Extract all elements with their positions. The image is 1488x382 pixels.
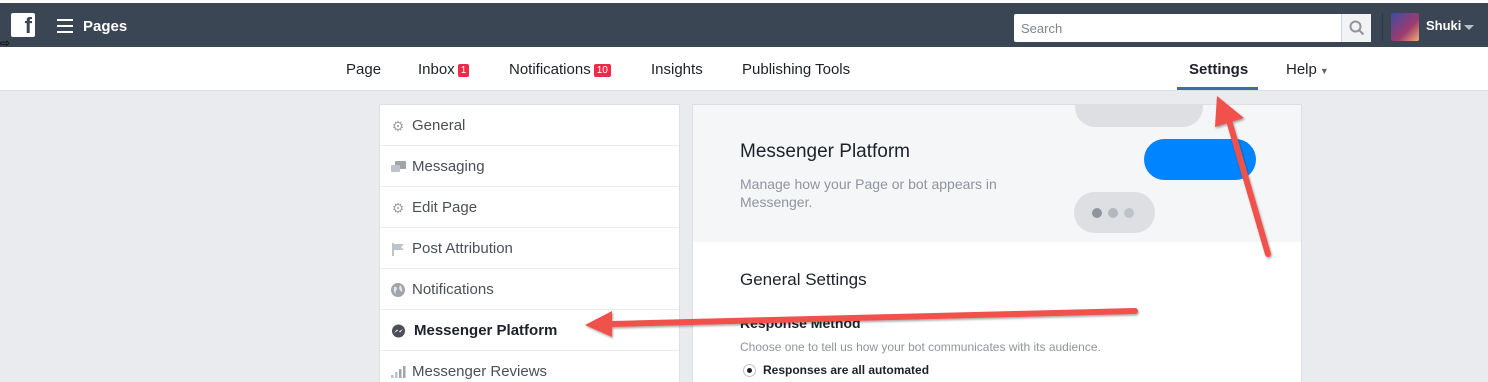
field-help-text: Choose one to tell us how your bot commu… <box>740 340 1101 354</box>
sidebar-item-label: Edit Page <box>412 199 478 216</box>
tab-insights[interactable]: Insights <box>651 61 703 78</box>
page-subnav: Page Inbox 1 Notifications 10 Insights Pub… <box>0 47 1488 91</box>
flag-icon <box>390 241 406 257</box>
messenger-icon <box>390 323 406 339</box>
sidebar-item-label: Messenger Reviews <box>412 363 548 380</box>
search-icon <box>1349 20 1365 36</box>
sidebar-item-label: Messenger Platform <box>414 322 558 339</box>
sidebar-item-label: Notifications <box>412 281 494 298</box>
sidebar-item-label: Messaging <box>412 158 485 175</box>
hero-banner: Messenger Platform Manage how your Page … <box>693 105 1301 242</box>
radio-option-automated[interactable]: Responses are all automated <box>743 363 929 377</box>
search-input[interactable] <box>1014 14 1334 42</box>
settings-sidebar: ⚙ General Messaging ⚙ Edit Page Post Att… <box>379 104 680 382</box>
chat-bubble-illustration <box>1075 105 1203 127</box>
sidebar-item-messenger-platform[interactable]: Messenger Platform <box>380 310 679 351</box>
caret-down-icon[interactable] <box>1464 25 1474 30</box>
topbar-divider <box>1382 13 1383 41</box>
inbox-badge: 1 <box>457 64 470 77</box>
gear-icon: ⚙ <box>391 199 405 216</box>
search-box <box>1014 14 1371 42</box>
tab-page[interactable]: Page <box>346 61 381 78</box>
tab-notifications[interactable]: Notifications 10 <box>509 61 611 78</box>
sidebar-item-messaging[interactable]: Messaging <box>380 146 679 187</box>
user-name[interactable]: Shuki <box>1426 18 1461 33</box>
tab-settings[interactable]: Settings <box>1189 61 1248 78</box>
chat-bubbles-icon <box>390 159 406 175</box>
globe-icon <box>390 282 406 298</box>
page-title: Messenger Platform <box>740 141 911 162</box>
facebook-logo[interactable]: f <box>11 13 35 38</box>
search-button[interactable] <box>1341 14 1371 42</box>
hero-description: Manage how your Page or bot appears in M… <box>740 176 997 210</box>
signal-bars-icon <box>390 364 406 380</box>
tab-help[interactable]: Help ▼ <box>1286 61 1329 78</box>
active-tab-underline <box>1177 87 1258 90</box>
sidebar-item-messenger-reviews[interactable]: Messenger Reviews <box>380 351 679 382</box>
section-title: General Settings <box>740 270 867 289</box>
tab-publishing-tools[interactable]: Publishing Tools <box>742 61 850 78</box>
gear-icon: ⚙ <box>391 117 405 134</box>
hamburger-icon[interactable] <box>57 19 73 33</box>
messenger-platform-panel: Messenger Platform Manage how your Page … <box>692 104 1302 382</box>
sidebar-item-label: General <box>412 117 466 134</box>
sidebar-item-edit-page[interactable]: ⚙ Edit Page <box>380 187 679 228</box>
top-navigation-bar: f Pages Shuki <box>0 3 1488 47</box>
pages-title[interactable]: Pages <box>83 18 127 35</box>
avatar[interactable] <box>1391 13 1419 41</box>
sidebar-item-notifications[interactable]: Notifications <box>380 269 679 310</box>
sidebar-item-general[interactable]: ⚙ General <box>380 105 679 146</box>
notifications-badge: 10 <box>593 64 611 77</box>
typing-indicator-illustration <box>1074 192 1155 233</box>
chat-bubble-illustration <box>1144 139 1256 180</box>
sidebar-item-label: Post Attribution <box>412 240 513 257</box>
tab-inbox[interactable]: Inbox 1 <box>418 61 470 78</box>
radio-label: Responses are all automated <box>763 363 930 377</box>
sidebar-item-post-attribution[interactable]: Post Attribution <box>380 228 679 269</box>
field-label: Response Method <box>740 315 861 331</box>
radio-button[interactable] <box>743 363 756 377</box>
caret-down-icon: ▼ <box>1319 66 1329 76</box>
